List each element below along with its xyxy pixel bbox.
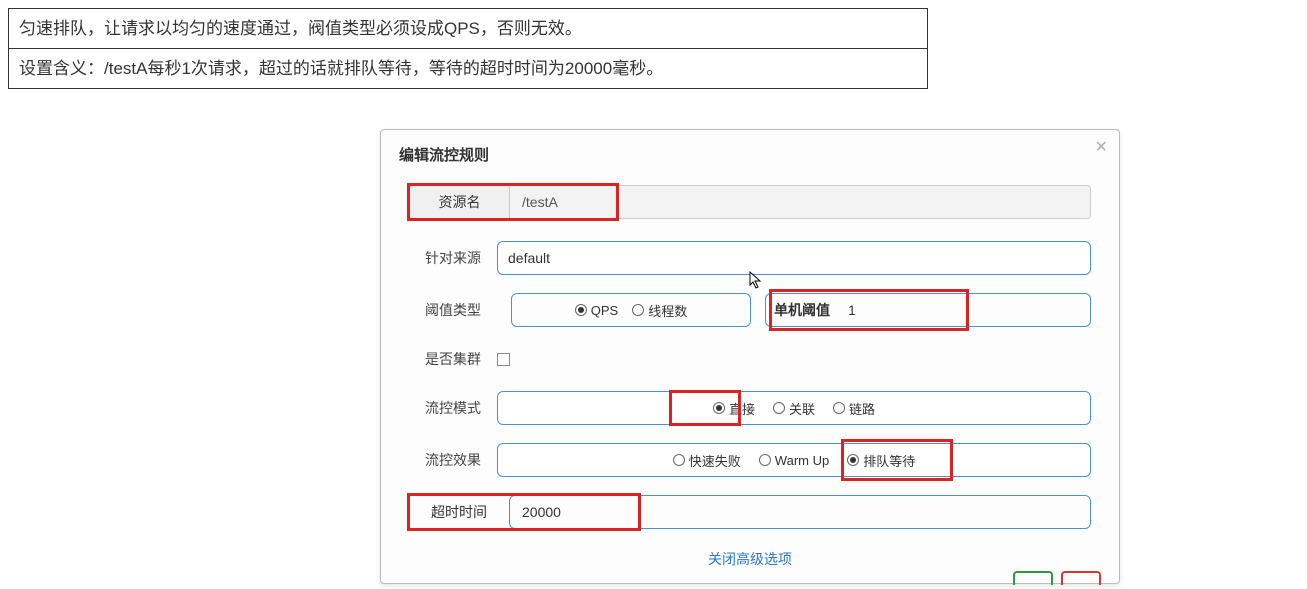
mode-row: 流控模式 直接 关联 链路 <box>409 391 1091 425</box>
mode-relate-label: 关联 <box>789 399 815 418</box>
mode-direct-radio[interactable]: 直接 <box>713 399 755 418</box>
cluster-row: 是否集群 <box>409 345 1091 373</box>
effect-queue-label: 排队等待 <box>863 451 915 470</box>
effect-warm-radio[interactable]: Warm Up <box>759 453 829 468</box>
threshold-row: 阈值类型 QPS 线程数 单机阈值 1 <box>409 293 1091 327</box>
cancel-button[interactable] <box>1061 571 1101 585</box>
effect-queue-radio[interactable]: 排队等待 <box>847 451 915 470</box>
threshold-type-group: QPS 线程数 <box>511 293 751 327</box>
mode-direct-label: 直接 <box>729 399 755 418</box>
effect-fail-radio[interactable]: 快速失败 <box>673 451 741 470</box>
resource-name-value: /testA <box>522 194 558 210</box>
modal-body: 资源名 /testA 针对来源 default 阈值类型 QPS <box>381 175 1119 579</box>
close-icon[interactable]: × <box>1095 136 1107 159</box>
resource-label: 资源名 <box>409 185 509 219</box>
flow-rule-modal: × 编辑流控规则 资源名 /testA 针对来源 default 阈值类型 <box>380 129 1120 584</box>
mode-group: 直接 关联 链路 <box>497 391 1091 425</box>
threshold-thread-radio[interactable]: 线程数 <box>632 301 687 320</box>
source-input[interactable]: default <box>497 241 1091 275</box>
modal-footer-buttons <box>1013 571 1101 585</box>
resource-name-input[interactable]: /testA <box>509 185 1091 219</box>
effect-label: 流控效果 <box>409 446 497 474</box>
effect-fail-label: 快速失败 <box>689 451 741 470</box>
timeout-label: 超时时间 <box>409 495 509 529</box>
effect-warm-label: Warm Up <box>775 453 829 468</box>
effect-group: 快速失败 Warm Up 排队等待 <box>497 443 1091 477</box>
description-row-1: 匀速排队，让请求以均匀的速度通过，阀值类型必须设成QPS，否则无效。 <box>9 9 927 48</box>
radio-checked-icon <box>713 402 725 414</box>
advanced-options-link[interactable]: 关闭高级选项 <box>409 543 1091 579</box>
single-threshold-label: 单机阈值 <box>774 300 830 320</box>
threshold-type-label: 阈值类型 <box>409 296 497 324</box>
cluster-checkbox[interactable] <box>497 353 510 366</box>
single-threshold-group: 单机阈值 1 <box>765 293 1091 327</box>
description-box: 匀速排队，让请求以均匀的速度通过，阀值类型必须设成QPS，否则无效。 设置含义：… <box>8 8 928 89</box>
single-threshold-input[interactable]: 1 <box>842 301 892 319</box>
mode-relate-radio[interactable]: 关联 <box>773 399 815 418</box>
radio-checked-icon <box>847 454 859 466</box>
threshold-qps-label: QPS <box>591 303 618 318</box>
radio-unchecked-icon <box>673 454 685 466</box>
mode-label: 流控模式 <box>409 394 497 422</box>
radio-unchecked-icon <box>833 402 845 414</box>
cluster-label: 是否集群 <box>409 345 497 373</box>
threshold-qps-radio[interactable]: QPS <box>575 303 618 318</box>
radio-unchecked-icon <box>632 304 644 316</box>
effect-row: 流控效果 快速失败 Warm Up 排队等待 <box>409 443 1091 477</box>
mode-chain-label: 链路 <box>849 399 875 418</box>
description-row-2: 设置含义：/testA每秒1次请求，超过的话就排队等待，等待的超时时间为2000… <box>9 48 927 88</box>
resource-row: 资源名 /testA <box>409 185 1091 219</box>
source-value: default <box>508 250 550 266</box>
mode-chain-radio[interactable]: 链路 <box>833 399 875 418</box>
radio-checked-icon <box>575 304 587 316</box>
radio-unchecked-icon <box>759 454 771 466</box>
source-row: 针对来源 default <box>409 241 1091 275</box>
source-label: 针对来源 <box>409 244 497 272</box>
threshold-thread-label: 线程数 <box>648 301 687 320</box>
timeout-row: 超时时间 20000 <box>409 495 1091 529</box>
modal-title: 编辑流控规则 <box>381 130 1119 175</box>
confirm-button[interactable] <box>1013 571 1053 585</box>
timeout-value: 20000 <box>522 504 561 520</box>
timeout-input[interactable]: 20000 <box>509 495 1091 529</box>
radio-unchecked-icon <box>773 402 785 414</box>
